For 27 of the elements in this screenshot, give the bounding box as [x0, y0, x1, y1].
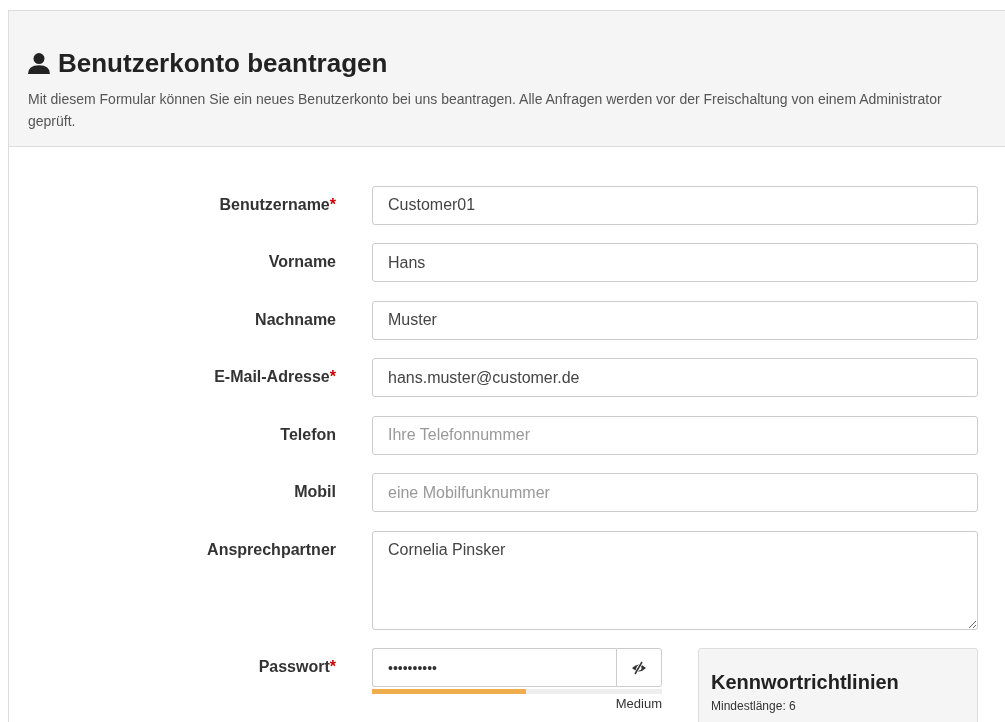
text-field[interactable]: Muster	[372, 300, 978, 340]
field-label: Ansprechpartner	[207, 540, 336, 559]
user-icon	[28, 52, 50, 75]
required-mark: *	[329, 195, 336, 214]
text-field[interactable]: eine Mobilfunknummer	[372, 473, 978, 513]
required-mark: *	[329, 658, 336, 677]
text-area[interactable]: Cornelia Pinsker	[372, 530, 978, 630]
eye-slash-icon	[631, 660, 647, 675]
field-label: Telefon	[280, 425, 336, 444]
required-mark: *	[329, 368, 336, 387]
page-title: Benutzerkonto beantragen	[58, 49, 388, 78]
page-description: Mit diesem Formular können Sie ein neues Benutzerkonto bei uns beantragen. Alle Anfragen werden vor der Freischaltung von einem Administrator geprüft.	[28, 89, 943, 131]
text-field[interactable]: Customer01	[372, 185, 978, 225]
policy-item: Mindestlänge: 6	[711, 699, 797, 714]
field-label: Passwort	[258, 658, 330, 677]
field-label: Benutzername	[219, 195, 330, 214]
policy-title: Kennwortrichtlinien	[711, 671, 900, 695]
show-password-button[interactable]	[616, 648, 662, 688]
text-field[interactable]: Ihre Telefonnummer	[372, 415, 978, 455]
field-label: Nachname	[255, 310, 336, 329]
field-label: Mobil	[294, 483, 336, 502]
field-label: E-Mail-Adresse	[214, 368, 330, 387]
password-field[interactable]: ••••••••••	[372, 648, 616, 688]
text-field[interactable]: Hans	[372, 243, 978, 283]
text-field[interactable]: hans.muster@customer.de	[372, 358, 978, 398]
strength-label: Medium	[614, 696, 662, 712]
field-label: Vorname	[268, 253, 336, 272]
